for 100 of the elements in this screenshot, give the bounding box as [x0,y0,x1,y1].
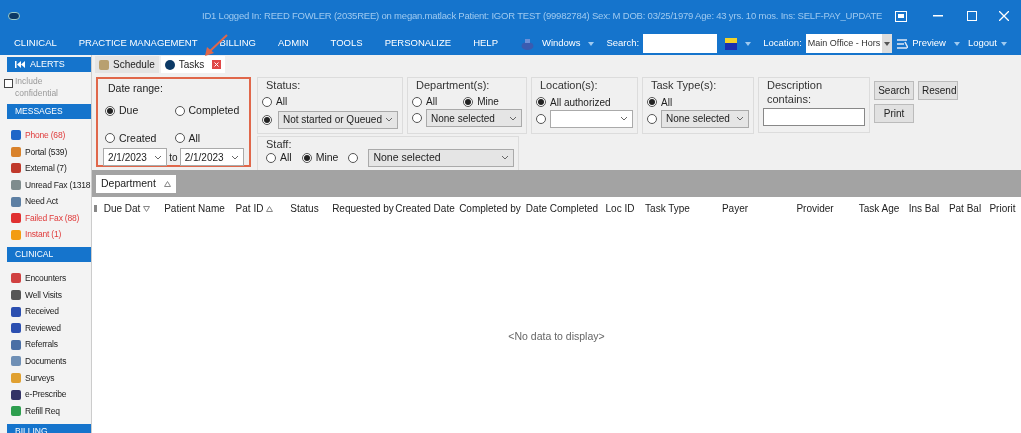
sidebar-item-icon [11,229,21,240]
sidebar-item-icon [11,373,21,383]
dropdown[interactable]: None selected [426,109,522,127]
menu-item[interactable]: TOOLS [330,36,363,51]
group-title: Location(s): [539,78,599,92]
menu-item[interactable]: BILLING [219,36,256,51]
action-button[interactable]: Search [874,81,914,100]
dropdown[interactable]: Not started or Queued [278,110,398,129]
dropdown[interactable]: None selected [368,148,514,167]
column-header[interactable]: Task Age [855,201,903,216]
radio-option[interactable]: Completed [174,102,244,119]
column-header[interactable]: Completed by [456,201,524,216]
collapse-icon [15,61,26,68]
action-button[interactable]: Print [874,104,914,123]
menu-item[interactable]: CLINICAL [14,36,57,51]
menu-item[interactable]: HELP [473,36,498,51]
radio-option[interactable]: Mine [301,149,339,166]
radio-option[interactable]: All [262,94,288,109]
sidebar-item[interactable]: Documents [25,355,67,368]
column-header[interactable]: Provider [775,201,855,216]
chevron-down-icon [509,115,517,121]
sidebar-item[interactable]: Reviewed [25,321,61,335]
radio-option[interactable] [348,152,359,163]
column-header[interactable]: Task Type [640,201,695,216]
menu-item[interactable]: PERSONALIZE [384,36,452,51]
sidebar-item[interactable]: External (7) [25,162,67,175]
group-by-chip[interactable]: Department [96,174,176,193]
column-header[interactable]: Ins Bal [903,201,945,216]
sidebar-item[interactable]: Instant (1) [25,228,62,242]
chevron-down-icon [501,155,509,160]
column-header[interactable]: Requested by [332,201,394,216]
section-header[interactable]: CLINICAL [7,247,91,263]
column-header[interactable]: Due Dat [97,201,157,216]
caret-icon [953,41,960,46]
logout-button[interactable]: Logout [967,36,997,51]
radio-option[interactable]: Created [105,130,175,147]
column-header[interactable]: Priorit [985,201,1020,216]
sidebar-item-icon [11,290,21,301]
column-header[interactable]: Pat Bal [945,201,985,216]
group-title: Department(s): [415,78,491,92]
location-dropdown[interactable]: Main Office - Hors [805,34,893,53]
action-button[interactable]: Resend [918,81,958,100]
preview-icon[interactable] [896,37,909,50]
radio-option[interactable]: All authorized [536,94,611,110]
section-header[interactable]: BILLING [7,423,91,433]
sidebar-item[interactable]: Unread Fax (1318 [25,178,91,192]
sidebar-item[interactable]: Phone (68) [25,128,66,142]
radio-option[interactable] [262,114,272,125]
sidebar-item-icon [11,130,21,141]
caret-icon [1001,41,1007,46]
section-header[interactable]: MESSAGES [7,104,91,119]
dropdown[interactable]: 2/1/2023 [179,148,244,167]
sidebar-item[interactable]: Need Act [25,195,58,209]
radio-option[interactable] [412,113,422,123]
radio-option[interactable]: All [412,94,438,109]
alerts-header[interactable]: ALERTS [7,57,91,72]
radio-option[interactable] [647,113,657,124]
column-header[interactable]: Patient Name [157,201,232,216]
card-icon[interactable] [725,37,738,50]
chevron-down-icon [154,154,163,160]
preview-button[interactable]: Preview [912,36,946,51]
radio-option[interactable]: All [647,94,673,110]
menu-item[interactable]: PRACTICE MANAGEMENT [78,36,198,51]
sidebar-item[interactable]: Encounters [25,272,66,285]
empty-message: <No data to display> [508,328,605,344]
radio-option[interactable]: All [174,130,244,147]
sidebar-item[interactable]: Surveys [25,371,55,385]
radio-option[interactable]: Mine [463,94,499,109]
close-icon[interactable] [999,11,1009,21]
include-confidential-checkbox[interactable] [4,79,13,88]
menu-item[interactable]: ADMIN [277,36,309,51]
restore-icon[interactable] [895,10,907,22]
sidebar-item-icon [11,180,21,191]
dropdown[interactable]: 2/1/2023 [103,148,168,167]
column-header[interactable]: Created Date [394,201,456,216]
sidebar-item[interactable]: Refill Req [25,404,60,418]
close-tab-icon[interactable] [212,60,222,69]
radio-option[interactable] [536,113,546,124]
sidebar-item-icon [11,146,21,157]
column-header[interactable]: Loc ID [600,201,640,216]
sidebar-item[interactable]: Referrals [25,338,58,352]
sidebar-item[interactable]: Portal (539) [25,145,67,159]
include-confidential-label: Include confidential [15,75,59,99]
radio-option[interactable]: Due [105,102,175,119]
maximize-icon[interactable] [967,11,977,21]
sidebar-item[interactable]: Received [25,305,59,318]
search-field[interactable] [643,34,718,53]
windows-menu[interactable]: Windows [541,36,581,51]
description-field[interactable] [763,108,865,126]
column-header[interactable]: Status [277,201,332,216]
dropdown[interactable]: None selected [661,109,749,128]
tab[interactable]: Tasks [160,56,226,73]
column-header[interactable]: Date Completed [524,201,600,216]
sidebar-item[interactable]: Failed Fax (88) [25,211,80,225]
sidebar-item[interactable]: Well Visits [25,288,62,302]
radio-option[interactable]: All [266,149,292,166]
column-header[interactable]: Payer [695,201,775,216]
tab[interactable]: Schedule [95,56,159,73]
column-header[interactable]: Pat ID [232,201,277,216]
sidebar-item[interactable]: e-Prescribe [25,388,67,401]
